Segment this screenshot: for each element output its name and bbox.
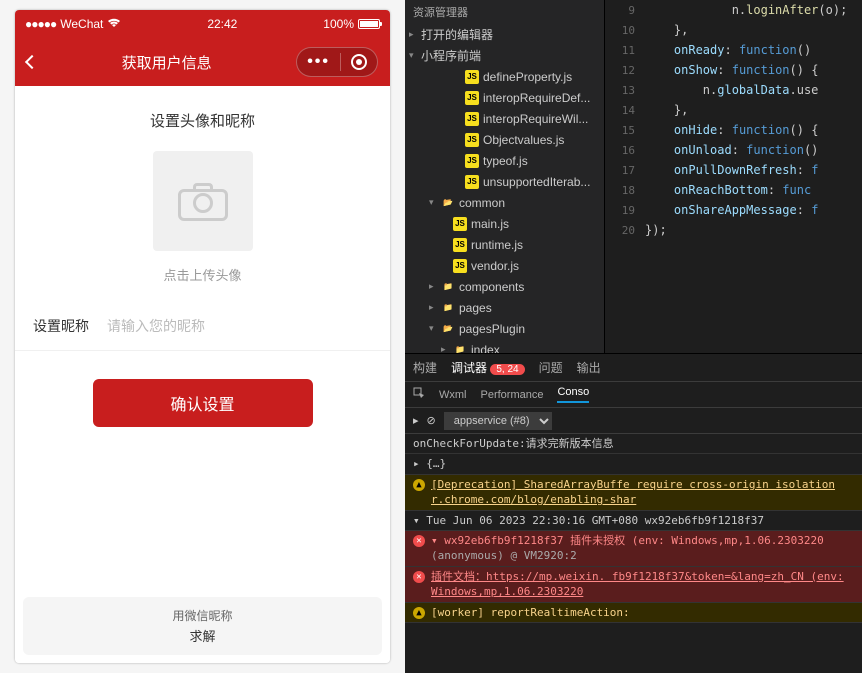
code-line[interactable]: 15 onHide: function() {: [605, 120, 862, 140]
error-icon: ✕: [413, 535, 425, 547]
status-bar: ●●●●● WeChat 22:42 100%: [15, 10, 390, 38]
phone-emulator: ●●●●● WeChat 22:42 100% 获取用户信息 ••• 设置头像和: [0, 0, 405, 673]
code-editor[interactable]: 9 n.loginAfter(o);10 },11 onReady: funct…: [605, 0, 862, 353]
tree-item[interactable]: JSinteropRequireWil...: [405, 108, 604, 129]
code-line[interactable]: 14 },: [605, 100, 862, 120]
context-select[interactable]: appservice (#8): [444, 412, 552, 430]
battery-icon: [358, 19, 380, 29]
ide-panel: 资源管理器 ▸打开的编辑器 ▾小程序前端 JSdefineProperty.js…: [405, 0, 862, 673]
nav-bar: 获取用户信息 •••: [15, 38, 390, 86]
tab-output[interactable]: 输出: [577, 359, 601, 376]
tree-item[interactable]: JSObjectvalues.js: [405, 129, 604, 150]
clear-icon[interactable]: ⊘: [427, 414, 436, 427]
code-line[interactable]: 16 onUnload: function(): [605, 140, 862, 160]
subtab-wxml[interactable]: Wxml: [439, 389, 467, 401]
heading: 设置头像和昵称: [150, 110, 255, 131]
devtools-panel: 构建 调试器 5, 24 问题 输出 Wxml Performance Cons…: [405, 353, 862, 673]
code-line[interactable]: 13 n.globalData.use: [605, 80, 862, 100]
upload-hint: 点击上传头像: [163, 265, 241, 284]
signal-dots: ●●●●●: [25, 17, 56, 31]
console-log-info[interactable]: onCheckForUpdate:请求完新版本信息: [405, 434, 862, 454]
nickname-input[interactable]: [107, 318, 372, 334]
page-content: 设置头像和昵称 点击上传头像 设置昵称 确认设置 用微信昵称 求解: [15, 86, 390, 663]
code-line[interactable]: 10 },: [605, 20, 862, 40]
console-log-error[interactable]: ✕▾ wx92eb6fb9f1218f37 插件未授权 (env: Window…: [405, 531, 862, 567]
subtab-console[interactable]: Conso: [557, 386, 589, 403]
code-line[interactable]: 18 onReachBottom: func: [605, 180, 862, 200]
console-log-warn[interactable]: ▲[worker] reportRealtimeAction:: [405, 603, 862, 623]
console-output[interactable]: onCheckForUpdate:请求完新版本信息▸ {…}▲[Deprecat…: [405, 434, 862, 673]
capsule-menu[interactable]: •••: [296, 47, 378, 77]
phone-frame: ●●●●● WeChat 22:42 100% 获取用户信息 ••• 设置头像和: [15, 10, 390, 663]
code-line[interactable]: 11 onReady: function(): [605, 40, 862, 60]
nickname-row: 设置昵称: [15, 302, 390, 351]
tree-item[interactable]: JSinteropRequireDef...: [405, 87, 604, 108]
devtools-tabs: 构建 调试器 5, 24 问题 输出: [405, 354, 862, 382]
wechat-nickname-panel[interactable]: 用微信昵称 求解: [23, 597, 382, 655]
code-line[interactable]: 17 onPullDownRefresh: f: [605, 160, 862, 180]
tree-section[interactable]: ▾小程序前端: [405, 45, 604, 66]
code-line[interactable]: 12 onShow: function() {: [605, 60, 862, 80]
subtab-performance[interactable]: Performance: [481, 389, 544, 401]
warning-icon: ▲: [413, 479, 425, 491]
play-icon[interactable]: ▸: [413, 414, 419, 427]
debugger-subtabs: Wxml Performance Conso: [405, 382, 862, 408]
tree-item[interactable]: ▾📂pagesPlugin: [405, 318, 604, 339]
battery-percent: 100%: [323, 17, 354, 31]
warning-icon: ▲: [413, 607, 425, 619]
confirm-button[interactable]: 确认设置: [93, 379, 313, 427]
carrier-label: WeChat: [60, 17, 103, 31]
wechat-nickname-label: 用微信昵称: [33, 607, 372, 624]
wifi-icon: [107, 17, 121, 31]
camera-icon: [178, 181, 228, 221]
tree-item[interactable]: JSvendor.js: [405, 255, 604, 276]
page-title: 获取用户信息: [37, 52, 296, 73]
nickname-label: 设置昵称: [33, 316, 89, 336]
close-target-icon[interactable]: [351, 54, 367, 70]
menu-icon[interactable]: •••: [307, 53, 330, 71]
console-log-error[interactable]: ✕插件文档：https://mp.weixin. fb9f1218f37&tok…: [405, 567, 862, 603]
tree-item[interactable]: ▸📁index: [405, 339, 604, 353]
tree-item[interactable]: ▾📂common: [405, 192, 604, 213]
console-log-info[interactable]: ▸ {…}: [405, 454, 862, 474]
tab-debugger[interactable]: 调试器 5, 24: [451, 359, 525, 376]
code-line[interactable]: 9 n.loginAfter(o);: [605, 0, 862, 20]
status-time: 22:42: [121, 17, 323, 31]
inspect-icon[interactable]: [413, 387, 425, 402]
tree-item[interactable]: ▸📁pages: [405, 297, 604, 318]
tree-section[interactable]: ▸打开的编辑器: [405, 24, 604, 45]
error-badge: 5, 24: [490, 364, 524, 375]
console-toolbar: ▸ ⊘ appservice (#8): [405, 408, 862, 434]
avatar-upload-button[interactable]: [153, 151, 253, 251]
console-log-warn[interactable]: ▲[Deprecation] SharedArrayBuffe require …: [405, 475, 862, 511]
tree-item[interactable]: JSdefineProperty.js: [405, 66, 604, 87]
console-log-info[interactable]: ▾ Tue Jun 06 2023 22:30:16 GMT+080 wx92e…: [405, 511, 862, 531]
tree-item[interactable]: JSmain.js: [405, 213, 604, 234]
tree-item[interactable]: JSruntime.js: [405, 234, 604, 255]
error-icon: ✕: [413, 571, 425, 583]
tree-item[interactable]: JSunsupportedIterab...: [405, 171, 604, 192]
tab-build[interactable]: 构建: [413, 359, 437, 376]
wechat-nickname-value: 求解: [33, 626, 372, 645]
tree-item[interactable]: JStypeof.js: [405, 150, 604, 171]
explorer-title: 资源管理器: [405, 0, 604, 24]
code-line[interactable]: 19 onShareAppMessage: f: [605, 200, 862, 220]
tab-problems[interactable]: 问题: [539, 359, 563, 376]
code-line[interactable]: 20});: [605, 220, 862, 240]
file-explorer[interactable]: 资源管理器 ▸打开的编辑器 ▾小程序前端 JSdefineProperty.js…: [405, 0, 605, 353]
tree-item[interactable]: ▸📁components: [405, 276, 604, 297]
